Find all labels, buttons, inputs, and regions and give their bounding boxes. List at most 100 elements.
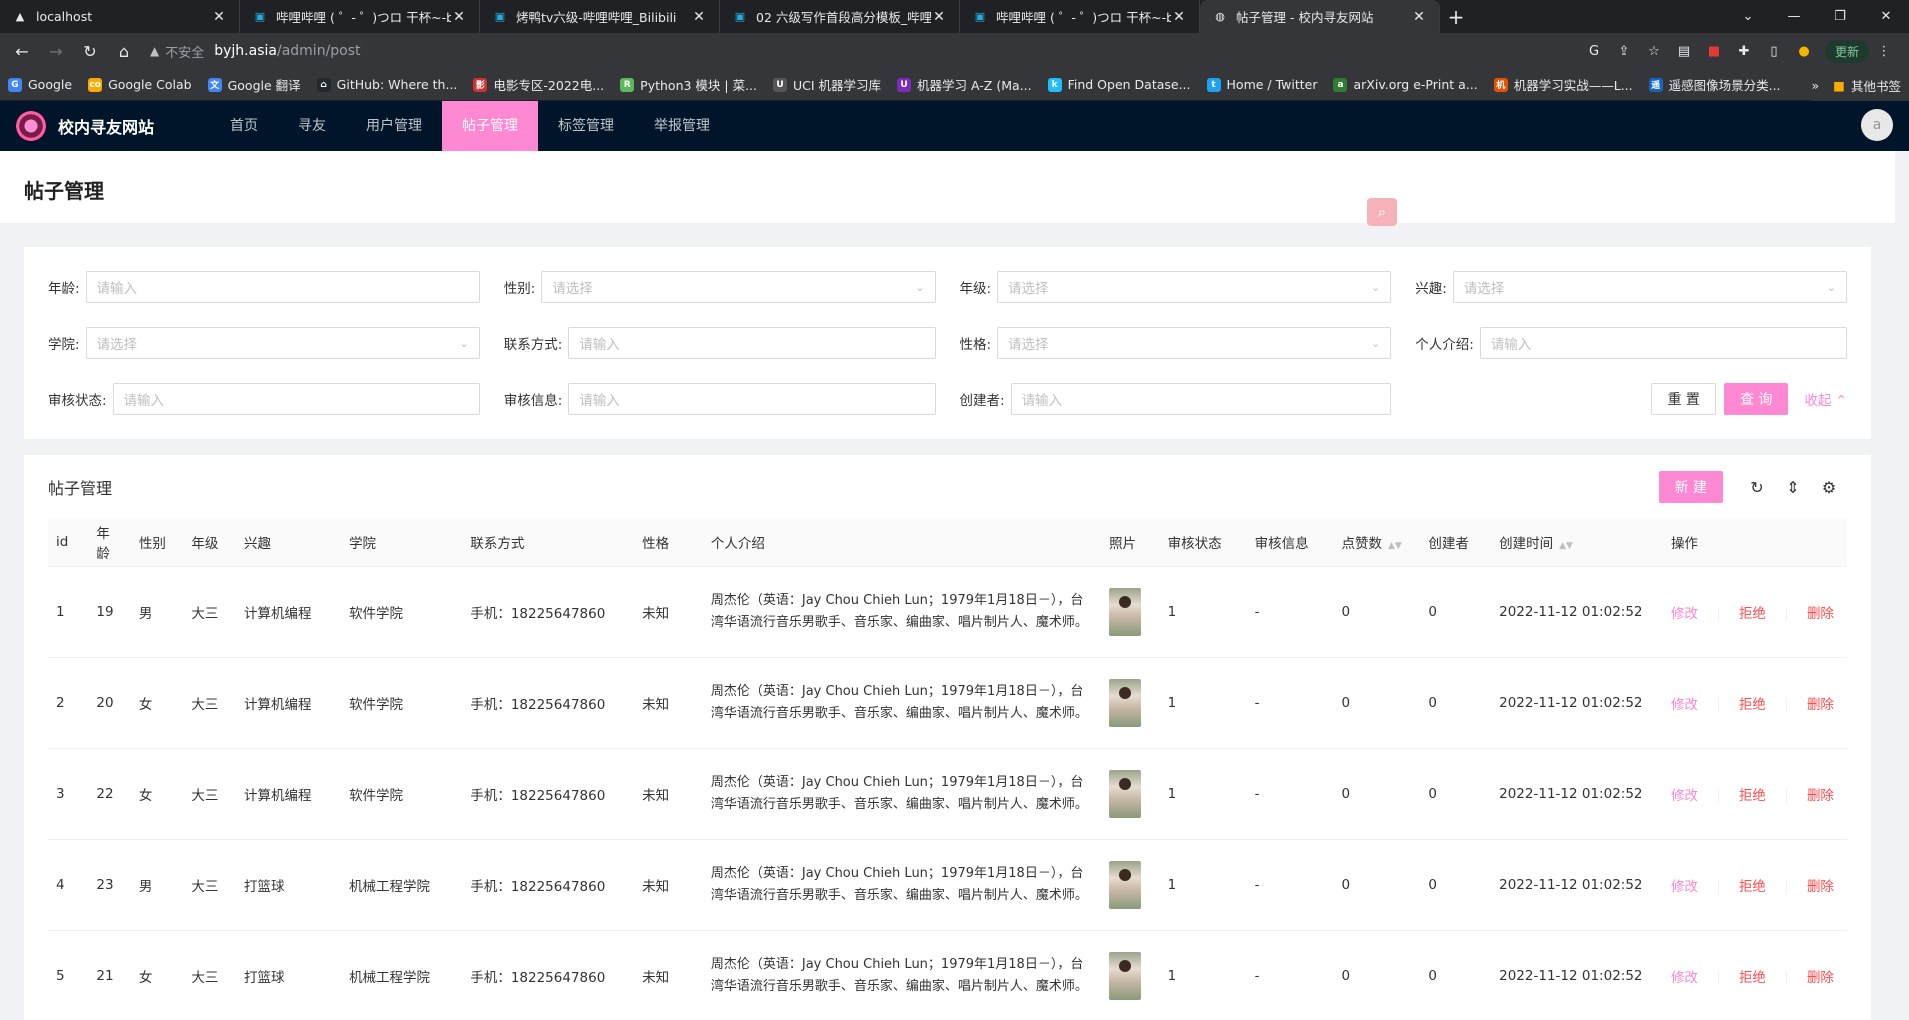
google-icon[interactable]: G — [1579, 36, 1609, 66]
close-tab-icon[interactable]: ✕ — [691, 9, 707, 25]
bookmark-item[interactable]: U UCI 机器学习库 — [773, 75, 881, 94]
bookmark-item[interactable]: 影电影专区-2022电... — [473, 75, 604, 94]
extensions-puzzle-icon[interactable]: ✚ — [1729, 36, 1759, 66]
user-avatar[interactable]: a — [1861, 109, 1893, 141]
menu-item[interactable]: 举报管理 — [634, 101, 730, 151]
address-bar[interactable]: ▲ 不安全 byjh.asia/admin/post — [150, 37, 361, 65]
bookmark-item[interactable]: a arXiv.org e-Print a... — [1333, 77, 1478, 92]
reject-link[interactable]: 拒绝 — [1739, 602, 1766, 622]
new-button[interactable]: 新 建 — [1658, 471, 1723, 503]
menu-item[interactable]: 寻友 — [278, 101, 346, 151]
new-tab-icon[interactable]: + — [1440, 0, 1472, 33]
browser-tab[interactable]: ◍ 帖子管理 - 校内寻友网站 ✕ — [1200, 0, 1440, 33]
bookmark-item[interactable]: k Find Open Datase... — [1047, 77, 1191, 92]
close-tab-icon[interactable]: ✕ — [1411, 9, 1427, 25]
edit-link[interactable]: 修改 — [1671, 602, 1698, 622]
photo-thumbnail[interactable] — [1109, 769, 1142, 818]
text-input[interactable]: 请输入 — [85, 271, 480, 303]
profile-avatar-icon[interactable]: ● — [1789, 36, 1819, 66]
restore-icon[interactable]: ❐ — [1817, 0, 1863, 33]
bookmark-item[interactable]: U 机器学习 A-Z (Ma... — [897, 75, 1032, 94]
text-input[interactable]: 请输入 — [1010, 383, 1392, 415]
browser-tab[interactable]: ▣ 哔哩哔哩 ( ゜- ゜)つロ 干杯~-bilibili✕ — [960, 0, 1200, 33]
select-input[interactable]: 请选择 ⌄ — [85, 327, 480, 359]
table-tools: 新 建 ↻ ⇕ ⚙ — [1651, 471, 1847, 503]
close-tab-icon[interactable]: ✕ — [1171, 9, 1187, 25]
bookmark-item[interactable]: t Home / Twitter — [1206, 77, 1317, 92]
reject-link[interactable]: 拒绝 — [1739, 784, 1766, 804]
photo-thumbnail[interactable] — [1109, 951, 1142, 1000]
bookmark-item[interactable]: G Google — [8, 77, 72, 92]
close-tab-icon[interactable]: ✕ — [451, 9, 467, 25]
extension-doc-icon[interactable]: ▤ — [1669, 36, 1699, 66]
home-icon[interactable]: ⌂ — [110, 37, 138, 65]
delete-link[interactable]: 删除 — [1807, 693, 1834, 713]
forward-icon[interactable]: → — [42, 37, 70, 65]
menu-item[interactable]: 首页 — [210, 101, 278, 151]
setting-gear-icon[interactable]: ⚙ — [1811, 478, 1847, 497]
browser-tab[interactable]: ▲ localhost ✕ — [0, 0, 240, 33]
column-height-icon[interactable]: ⇕ — [1775, 478, 1811, 497]
close-tab-icon[interactable]: ✕ — [211, 9, 227, 25]
bookmark-item[interactable]: 遥遥感图像场景分类... — [1648, 75, 1781, 94]
browser-tab[interactable]: ▣ 02 六级写作首段高分模板_哔哩哔 ✕ — [720, 0, 960, 33]
sort-icon[interactable]: ▲▼ — [1559, 541, 1573, 551]
select-input[interactable]: 请选择 ⌄ — [541, 271, 936, 303]
delete-link[interactable]: 删除 — [1807, 966, 1834, 986]
bookmark-item[interactable]: 文 Google 翻译 — [207, 75, 301, 94]
edit-link[interactable]: 修改 — [1671, 693, 1698, 713]
delete-link[interactable]: 删除 — [1807, 875, 1834, 895]
text-input[interactable]: 请输入 — [1479, 327, 1847, 359]
sort-icon[interactable]: ▲▼ — [1388, 541, 1402, 551]
select-input[interactable]: 请选择 ⌄ — [997, 327, 1392, 359]
select-input[interactable]: 请选择 ⌄ — [997, 271, 1392, 303]
floating-search-icon[interactable]: ⌕ — [1367, 198, 1397, 226]
menu-kebab-icon[interactable]: ⋮ — [1869, 36, 1899, 66]
query-button[interactable]: 查 询 — [1723, 383, 1789, 415]
select-input[interactable]: 请选择 ⌄ — [1452, 271, 1847, 303]
bookmark-item[interactable]: R Python3 模块 | 菜... — [620, 75, 757, 94]
side-panel-icon[interactable]: ▯ — [1759, 36, 1789, 66]
reset-button[interactable]: 重 置 — [1651, 383, 1716, 415]
close-window-icon[interactable]: ✕ — [1863, 0, 1909, 33]
reject-link[interactable]: 拒绝 — [1739, 693, 1766, 713]
menu-item[interactable]: 帖子管理 — [442, 101, 538, 151]
edit-link[interactable]: 修改 — [1671, 966, 1698, 986]
delete-link[interactable]: 删除 — [1807, 602, 1834, 622]
column-label: 审核信息 — [1254, 536, 1309, 553]
app-logo[interactable]: 校内寻友网站 — [0, 111, 210, 141]
tab-search-icon[interactable]: ⌄ — [1725, 0, 1771, 33]
share-icon[interactable]: ⇪ — [1609, 36, 1639, 66]
edit-link[interactable]: 修改 — [1671, 784, 1698, 804]
reject-link[interactable]: 拒绝 — [1739, 966, 1766, 986]
photo-thumbnail[interactable] — [1109, 860, 1142, 909]
minimize-icon[interactable]: — — [1771, 0, 1817, 33]
photo-thumbnail[interactable] — [1109, 587, 1142, 636]
browser-tab[interactable]: ▣ 烤鸭tv六级-哔哩哔哩_Bilibili ✕ — [480, 0, 720, 33]
reload-icon[interactable]: ↻ — [1739, 478, 1775, 497]
browser-tab[interactable]: ▣ 哔哩哔哩 ( ゜- ゜)つロ 干杯~-bilibili✕ — [240, 0, 480, 33]
reject-link[interactable]: 拒绝 — [1739, 875, 1766, 895]
collapse-link[interactable]: 收起 ⌃ — [1804, 389, 1847, 409]
menu-item[interactable]: 用户管理 — [346, 101, 442, 151]
update-button[interactable]: 更新 — [1824, 39, 1869, 63]
cell-personality: 未知 — [634, 930, 703, 1020]
chevron-double-right-icon[interactable]: » — [1812, 78, 1820, 93]
text-input[interactable]: 请输入 — [568, 383, 936, 415]
text-input[interactable]: 请输入 — [568, 327, 936, 359]
menu-item[interactable]: 标签管理 — [538, 101, 634, 151]
bookmark-star-icon[interactable]: ☆ — [1639, 36, 1669, 66]
back-icon[interactable]: ← — [8, 37, 36, 65]
other-bookmarks[interactable]: 其他书签 — [1851, 76, 1901, 95]
edit-link[interactable]: 修改 — [1671, 875, 1698, 895]
close-tab-icon[interactable]: ✕ — [931, 9, 947, 25]
bookmark-item[interactable]: 机机器学习实战——L... — [1493, 75, 1633, 94]
delete-link[interactable]: 删除 — [1807, 784, 1834, 804]
bookmark-item[interactable]: ⌂ GitHub: Where th... — [316, 77, 457, 92]
column-header: 年龄 — [88, 519, 131, 567]
extension-red-icon[interactable]: ■ — [1699, 36, 1729, 66]
reload-icon[interactable]: ↻ — [76, 37, 104, 65]
bookmark-item[interactable]: co Google Colab — [88, 77, 192, 92]
photo-thumbnail[interactable] — [1109, 678, 1142, 727]
text-input[interactable]: 请输入 — [112, 383, 480, 415]
